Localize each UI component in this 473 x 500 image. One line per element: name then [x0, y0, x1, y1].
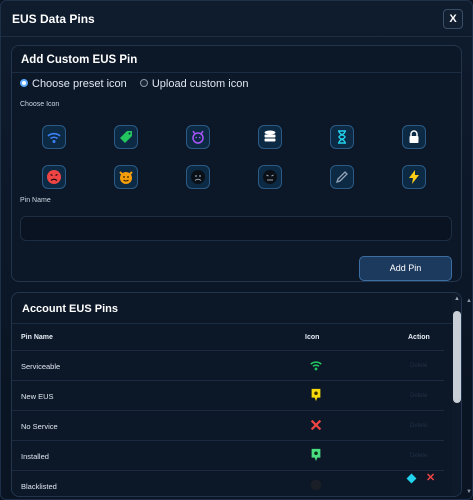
row-pin-name: New EUS — [21, 392, 54, 401]
column-header-action: Action — [408, 334, 430, 341]
eus-data-pins-dialog: EUS Data Pins X Add Custom EUS Pin Choos… — [0, 0, 473, 500]
row-pin-name: Installed — [21, 452, 49, 461]
add-card-title: Add Custom EUS Pin — [21, 54, 138, 66]
table-row: Blacklisted ✕ — [12, 470, 444, 496]
table-row: No Service Delete — [12, 410, 444, 440]
scroll-up-arrow[interactable]: ▲ — [453, 295, 461, 303]
add-pin-button[interactable]: Add Pin — [359, 256, 452, 281]
yellow-pin-icon — [309, 388, 323, 402]
pin-name-input[interactable] — [20, 216, 452, 241]
wifi-icon — [309, 358, 323, 372]
list-card-title: Account EUS Pins — [22, 303, 118, 315]
close-button[interactable]: X — [443, 9, 463, 29]
radio-preset-icon[interactable] — [20, 79, 28, 88]
green-pin-icon — [309, 448, 323, 462]
scrollbar-thumb[interactable] — [453, 311, 461, 403]
table-row: Installed Delete — [12, 440, 444, 470]
delete-x-icon[interactable]: ✕ — [426, 471, 435, 484]
pencil-icon[interactable] — [330, 165, 354, 189]
table-row: Serviceable Delete — [12, 350, 444, 380]
outer-scroll-down-arrow[interactable]: ▼ — [465, 489, 472, 497]
lock-icon[interactable] — [402, 125, 426, 149]
sad-face-icon[interactable] — [186, 165, 210, 189]
table-row: New EUS Delete — [12, 380, 444, 410]
column-header-pin-name: Pin Name — [21, 334, 53, 341]
radio-upload-icon[interactable] — [139, 79, 148, 88]
wifi-icon[interactable] — [42, 125, 66, 149]
x-mark-icon — [309, 418, 323, 432]
delete-button[interactable]: Delete — [410, 423, 427, 429]
add-card-header: Add Custom EUS Pin — [12, 46, 461, 73]
row-pin-name: Blacklisted — [21, 482, 57, 491]
tag-icon[interactable] — [114, 125, 138, 149]
choose-icon-label: Choose Icon — [20, 101, 60, 108]
database-icon[interactable] — [258, 125, 282, 149]
angry-face-icon[interactable] — [42, 165, 66, 189]
pin-name-label: Pin Name — [20, 197, 51, 204]
dialog-title: EUS Data Pins — [12, 12, 95, 26]
devil-icon[interactable] — [186, 125, 210, 149]
icon-source-radio-group: Choose preset icon Upload custom icon — [20, 78, 258, 90]
delete-button[interactable]: Delete — [410, 393, 427, 399]
edit-marker-icon[interactable] — [406, 473, 417, 484]
account-pins-card: Account EUS Pins Pin Name Icon Action Se… — [11, 292, 462, 497]
row-pin-name: Serviceable — [21, 362, 61, 371]
delete-button[interactable]: Delete — [410, 363, 427, 369]
column-header-icon: Icon — [305, 334, 320, 341]
hourglass-icon[interactable] — [330, 125, 354, 149]
add-custom-pin-card: Add Custom EUS Pin Choose preset icon Up… — [11, 45, 462, 282]
dark-pin-icon — [309, 478, 323, 492]
dialog-titlebar: EUS Data Pins X — [1, 1, 472, 37]
frown-face-icon[interactable] — [258, 165, 282, 189]
cat-face-icon[interactable] — [114, 165, 138, 189]
radio-preset-label[interactable]: Choose preset icon — [32, 78, 127, 90]
delete-button[interactable]: Delete — [410, 453, 427, 459]
radio-upload-label[interactable]: Upload custom icon — [152, 78, 249, 90]
outer-scroll-up-arrow[interactable]: ▲ — [465, 298, 472, 306]
lightning-icon[interactable] — [402, 165, 426, 189]
row-pin-name: No Service — [21, 422, 58, 431]
list-card-header: Account EUS Pins — [12, 293, 461, 324]
